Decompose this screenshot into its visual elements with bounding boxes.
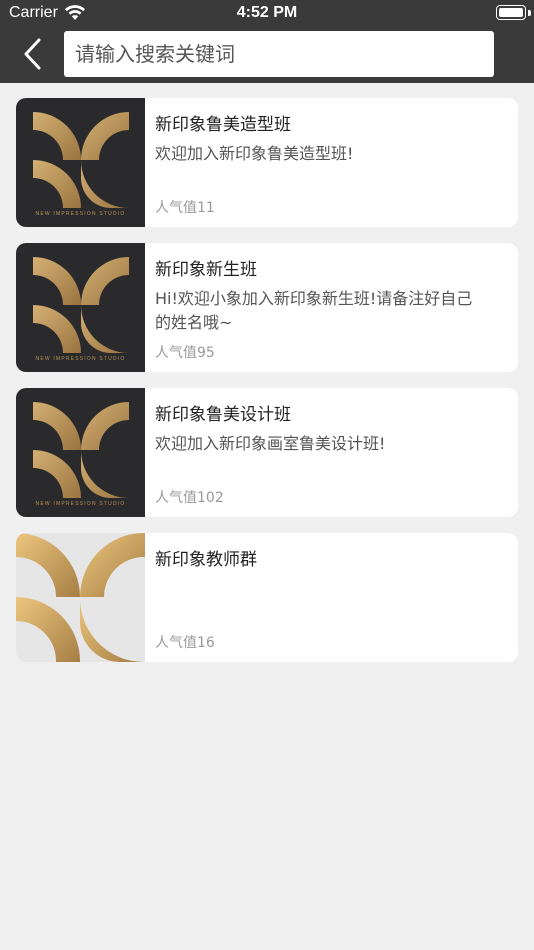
- group-list: NEW IMPRESSION STUDIO 新印象鲁美造型班欢迎加入新印象鲁美造型…: [16, 98, 518, 678]
- studio-logo-icon: [16, 533, 145, 662]
- group-popularity: 人气值102: [155, 490, 224, 506]
- studio-logo-icon: [33, 402, 129, 498]
- group-description: 欢迎加入新印象画室鲁美设计班!: [155, 434, 386, 453]
- group-popularity: 人气值95: [155, 345, 215, 361]
- battery-tip: [528, 10, 531, 16]
- group-thumbnail: NEW IMPRESSION STUDIO: [16, 243, 145, 372]
- chevron-left-icon: [24, 38, 41, 70]
- group-thumbnail: NEW IMPRESSION STUDIO: [16, 388, 145, 517]
- group-description: Hi!欢迎小象加入新印象新生班!请备注好自己的姓名哦~: [155, 289, 473, 332]
- group-card[interactable]: NEW IMPRESSION STUDIO 新印象鲁美设计班欢迎加入新印象画室鲁美…: [16, 388, 518, 517]
- studio-logo-text: NEW IMPRESSION STUDIO: [35, 211, 126, 217]
- group-title: 新印象新生班: [155, 260, 257, 280]
- group-card[interactable]: 新印象教师群人气值16: [16, 533, 518, 662]
- battery-icon: [496, 5, 526, 20]
- group-title: 新印象鲁美设计班: [155, 405, 291, 425]
- search-input[interactable]: [64, 31, 494, 77]
- group-thumbnail: NEW IMPRESSION STUDIO: [16, 98, 145, 227]
- group-title: 新印象鲁美造型班: [155, 115, 291, 135]
- studio-logo-icon: [33, 257, 129, 353]
- group-popularity: 人气值16: [155, 635, 215, 651]
- search-box[interactable]: [64, 31, 494, 77]
- group-card[interactable]: NEW IMPRESSION STUDIO 新印象鲁美造型班欢迎加入新印象鲁美造型…: [16, 98, 518, 227]
- group-title: 新印象教师群: [155, 550, 257, 570]
- status-bar: Carrier 4:52 PM: [0, 0, 534, 28]
- studio-logo-icon: [33, 112, 129, 208]
- status-time: 4:52 PM: [236, 4, 298, 21]
- group-description: 欢迎加入新印象鲁美造型班!: [155, 144, 354, 163]
- group-popularity: 人气值11: [155, 200, 215, 216]
- back-button[interactable]: [18, 36, 52, 72]
- group-card[interactable]: NEW IMPRESSION STUDIO 新印象新生班 Hi!欢迎小象加入新印象新…: [16, 243, 518, 372]
- studio-logo-text: NEW IMPRESSION STUDIO: [35, 356, 126, 362]
- studio-logo-text: NEW IMPRESSION STUDIO: [35, 501, 126, 507]
- group-thumbnail: [16, 533, 145, 662]
- navigation-header: Carrier 4:52 PM: [0, 0, 534, 83]
